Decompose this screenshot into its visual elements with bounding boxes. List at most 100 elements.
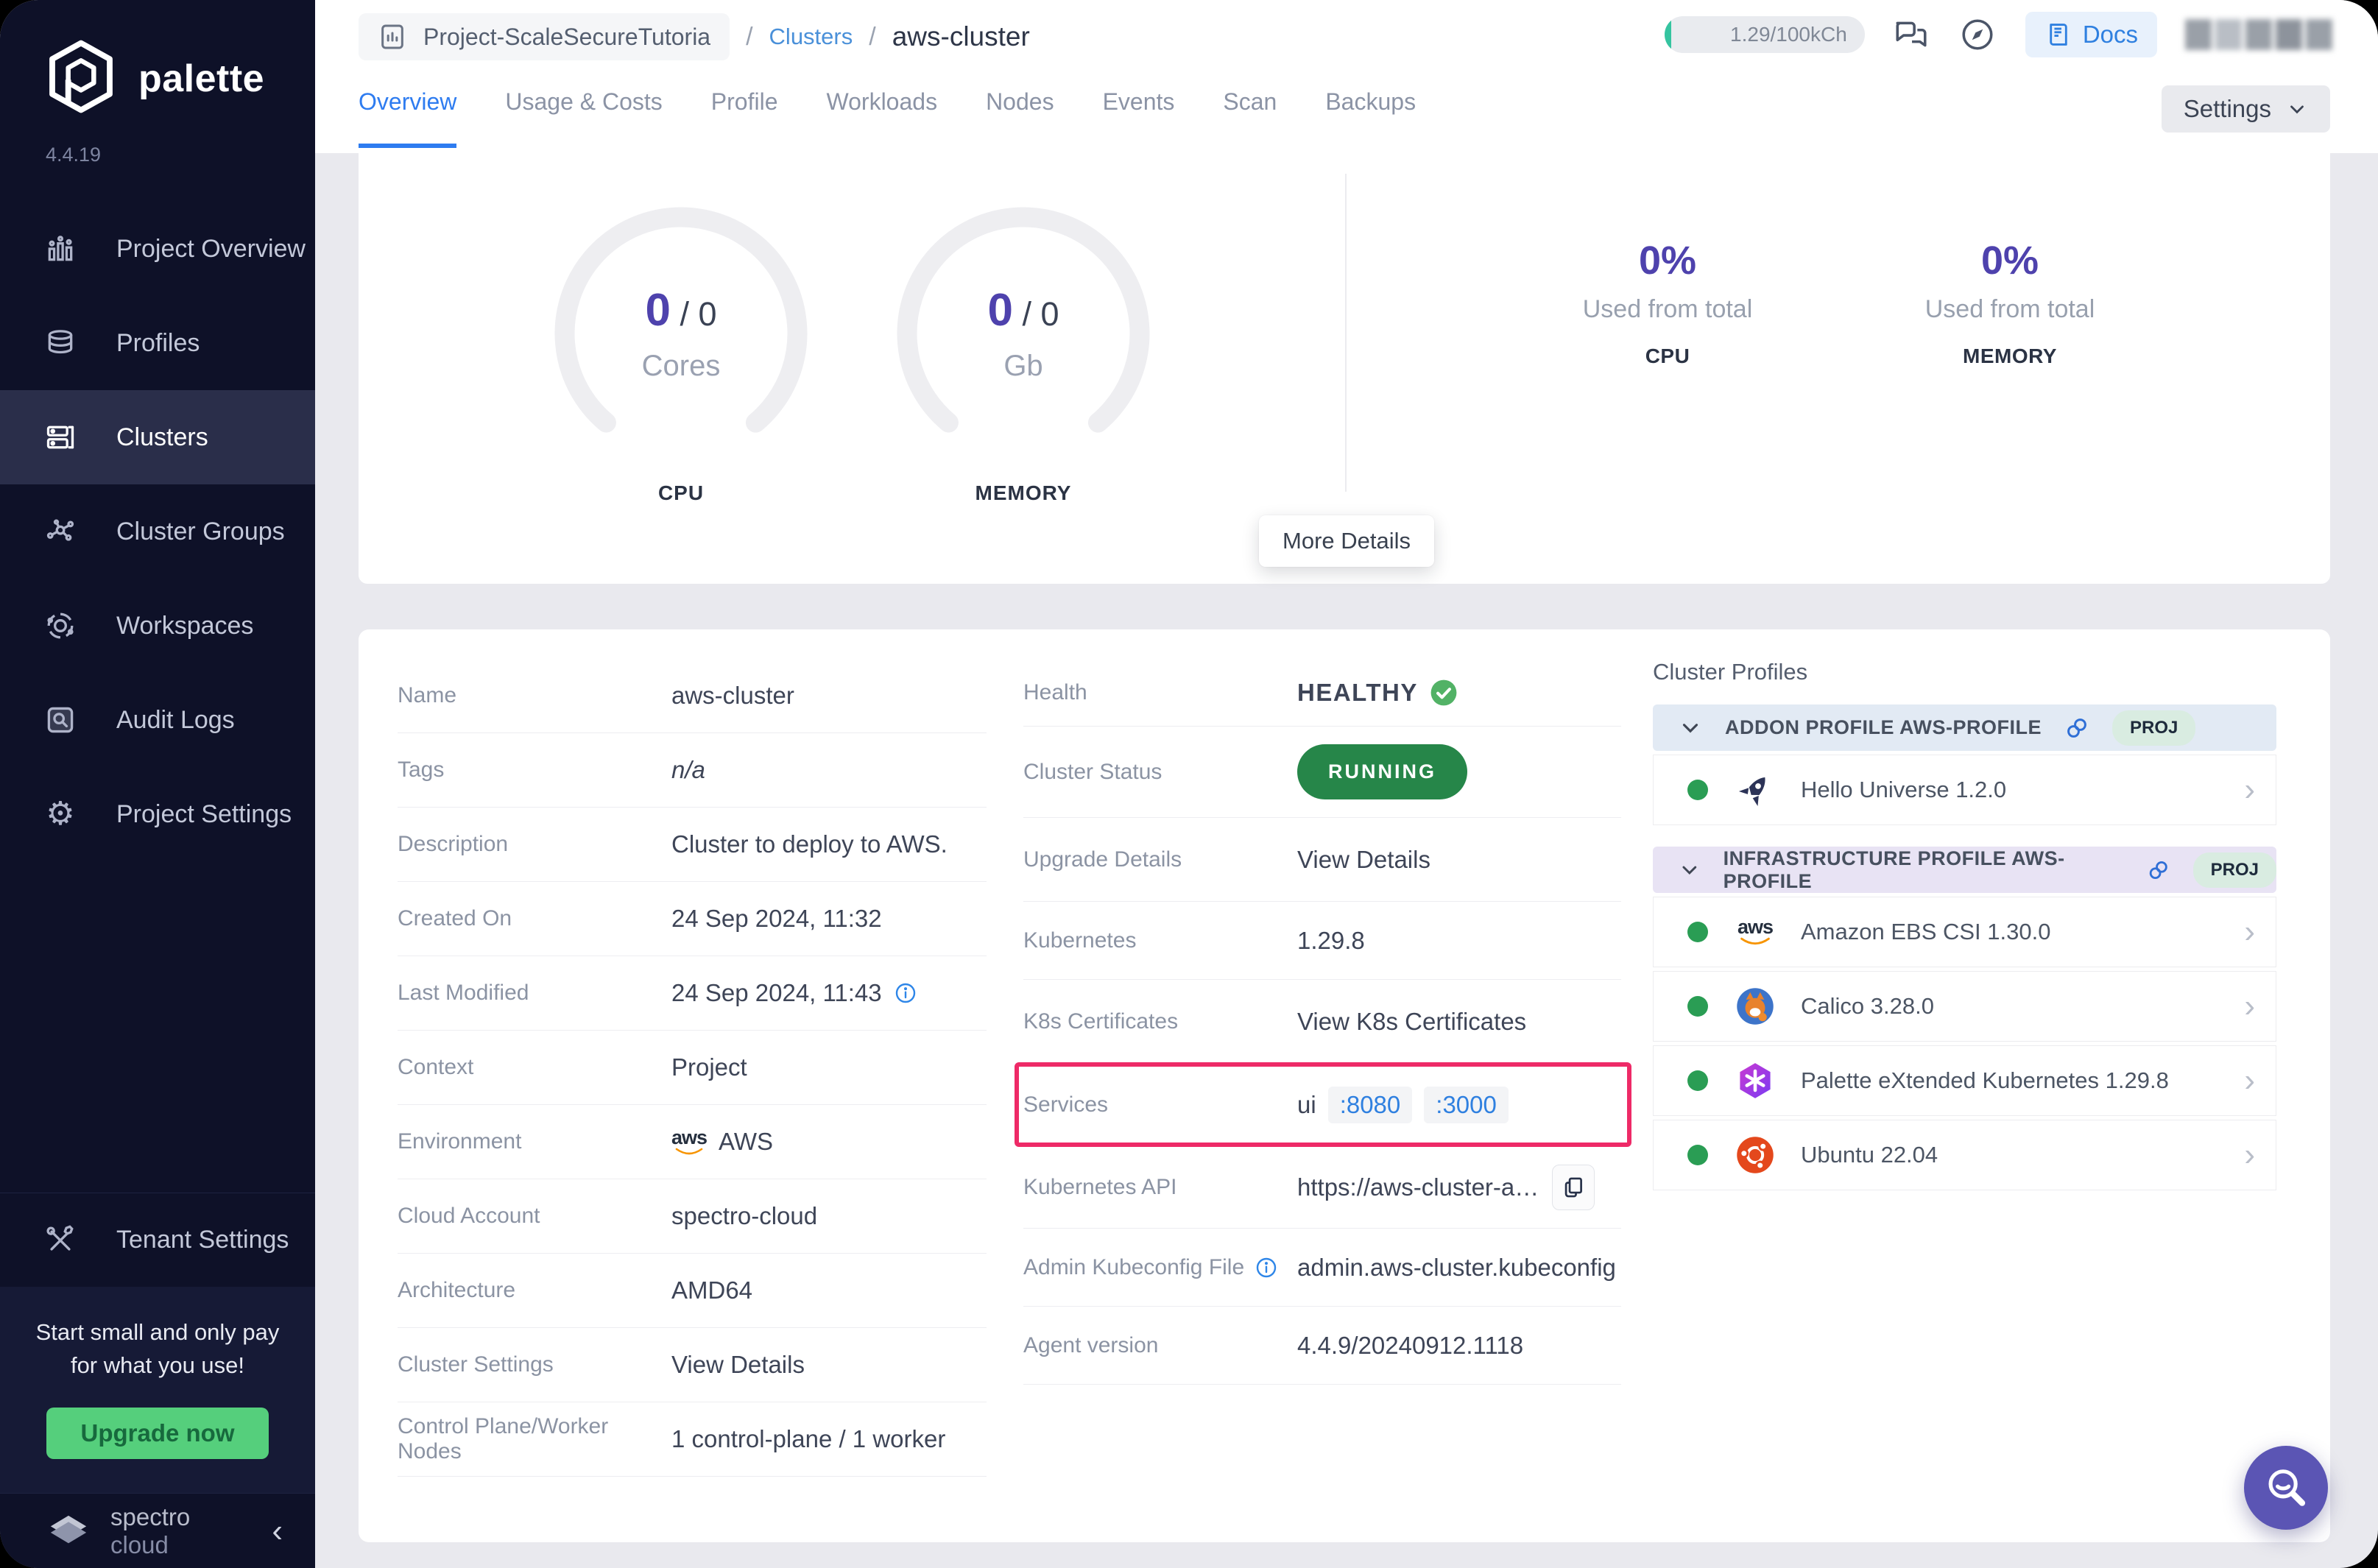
more-details-button[interactable]: More Details	[1259, 515, 1434, 567]
project-scope-selector[interactable]: Project-ScaleSecureTutoria	[359, 13, 730, 60]
sidebar-item-clusters[interactable]: Clusters	[0, 390, 315, 484]
sidebar-item-audit-logs[interactable]: Audit Logs	[0, 673, 315, 767]
bar-chart-icon	[43, 231, 78, 266]
cpu-gauge: 0 / 0 Cores CPU	[552, 205, 810, 505]
detail-row-architecture: Architecture AMD64	[398, 1254, 987, 1328]
view-k8s-certificates-link[interactable]: View K8s Certificates	[1297, 1008, 1526, 1036]
sidebar-item-project-overview[interactable]: Project Overview	[0, 202, 315, 296]
info-icon[interactable]	[1255, 1256, 1278, 1279]
sidebar-item-project-settings[interactable]: ⚙ Project Settings	[0, 767, 315, 861]
collapse-sidebar-icon[interactable]: ‹	[272, 1514, 283, 1547]
orbit-icon	[43, 608, 78, 643]
profile-layer-calico[interactable]: Calico 3.28.0 ›	[1653, 971, 2276, 1042]
link-icon	[2067, 718, 2086, 738]
detail-row-cloud-account: Cloud Account spectro-cloud	[398, 1179, 987, 1254]
network-icon	[43, 514, 78, 549]
tab-overview[interactable]: Overview	[359, 88, 457, 148]
sidebar: palette 4.4.19 Project Overview Profiles…	[0, 0, 315, 1568]
upgrade-view-details-link[interactable]: View Details	[1297, 846, 1430, 874]
help-search-fab[interactable]	[2244, 1446, 2328, 1530]
chevron-right-icon: ›	[2244, 988, 2255, 1024]
tab-events[interactable]: Events	[1103, 88, 1175, 148]
pxk-icon	[1735, 1060, 1776, 1101]
cpu-gauge-label: CPU	[657, 481, 705, 504]
top-right-actions: 1.29/100kCh Docs	[1664, 12, 2332, 57]
profile-layer-palette-extended-kubernetes[interactable]: Palette eXtended Kubernetes 1.29.8 ›	[1653, 1045, 2276, 1116]
copy-api-url-button[interactable]	[1552, 1164, 1595, 1210]
aws-logo-icon: aws	[671, 1127, 708, 1156]
service-port-3000-link[interactable]: :3000	[1424, 1086, 1509, 1123]
detail-row-kubernetes-api: Kubernetes API https://aws-cluster-apise…	[1023, 1146, 1621, 1229]
upgrade-now-button[interactable]: Upgrade now	[46, 1408, 269, 1459]
compass-tour-icon[interactable]	[1959, 15, 1997, 54]
breadcrumb-clusters-link[interactable]: Clusters	[769, 24, 853, 50]
docs-button[interactable]: Docs	[2025, 12, 2157, 57]
memory-gauge-unit: Gb	[1003, 350, 1043, 382]
detail-row-kubernetes: Kubernetes 1.29.8	[1023, 902, 1621, 980]
tab-usage-costs[interactable]: Usage & Costs	[505, 88, 662, 148]
sidebar-item-label: Clusters	[116, 423, 208, 451]
sidebar-item-label: Project Overview	[116, 234, 306, 263]
info-icon[interactable]	[894, 981, 917, 1005]
chevron-right-icon: ›	[2244, 914, 2255, 950]
profile-layer-hello-universe[interactable]: Hello Universe 1.2.0 ›	[1653, 755, 2276, 825]
upsell-line1: Start small and only pay	[35, 1319, 280, 1346]
sidebar-item-label: Workspaces	[116, 611, 254, 640]
addon-profile-section-header[interactable]: ADDON PROFILE AWS-PROFILE PROJ	[1653, 704, 2276, 751]
brand-logo: palette	[0, 0, 315, 119]
chevron-right-icon: ›	[2244, 771, 2255, 808]
link-icon	[2149, 861, 2167, 879]
app-screen: palette 4.4.19 Project Overview Profiles…	[0, 0, 2378, 1568]
memory-usage-percent: 0%	[1980, 239, 2039, 283]
detail-row-context: Context Project	[398, 1031, 987, 1105]
chevron-down-icon	[1682, 866, 1697, 875]
memory-usage-stat: 0% Used from total MEMORY	[1855, 238, 2164, 368]
detail-row-cluster-status: Cluster Status RUNNING	[1023, 727, 1621, 818]
sidebar-item-label: Tenant Settings	[116, 1226, 289, 1254]
cpu-gauge-value: 0 / 0	[645, 285, 717, 336]
project-chart-icon	[378, 22, 407, 52]
feedback-chat-icon[interactable]	[1893, 15, 1931, 54]
settings-dropdown-button[interactable]: Settings	[2161, 85, 2330, 133]
profile-layer-amazon-ebs-csi[interactable]: aws Amazon EBS CSI 1.30.0 ›	[1653, 897, 2276, 967]
cluster-settings-view-details-link[interactable]: View Details	[671, 1351, 805, 1379]
hello-universe-icon	[1735, 769, 1776, 811]
tab-profile[interactable]: Profile	[711, 88, 778, 148]
detail-row-agent-version: Agent version 4.4.9/20240912.1118	[1023, 1307, 1621, 1385]
health-status: HEALTHY	[1297, 679, 1458, 707]
ubuntu-icon	[1735, 1134, 1776, 1176]
tools-icon	[43, 1223, 78, 1258]
server-icon	[43, 420, 78, 455]
detail-row-created-on: Created On 24 Sep 2024, 11:32	[398, 882, 987, 956]
credits-value: 1.29/100kCh	[1730, 23, 1847, 46]
user-account-menu[interactable]	[2185, 19, 2332, 50]
sidebar-item-profiles[interactable]: Profiles	[0, 296, 315, 390]
credits-progress-bar	[1664, 16, 1671, 53]
tab-scan[interactable]: Scan	[1223, 88, 1277, 148]
credits-meter: 1.29/100kCh	[1664, 16, 1865, 53]
profile-layer-ubuntu[interactable]: Ubuntu 22.04 ›	[1653, 1120, 2276, 1190]
service-port-8080-link[interactable]: :8080	[1327, 1086, 1413, 1123]
magnifier-smile-icon	[2268, 1469, 2306, 1506]
breadcrumb: Project-ScaleSecureTutoria / Clusters / …	[359, 13, 1030, 60]
tab-nodes[interactable]: Nodes	[986, 88, 1054, 148]
detail-row-upgrade-details: Upgrade Details View Details	[1023, 818, 1621, 902]
sidebar-menu: Project Overview Profiles Clusters Clust…	[0, 202, 315, 861]
check-circle-icon	[1430, 679, 1457, 705]
settings-label: Settings	[2183, 95, 2271, 122]
memory-gauge-value: 0 / 0	[987, 285, 1059, 336]
detail-row-last-modified: Last Modified 24 Sep 2024, 11:43	[398, 956, 987, 1031]
detail-row-services: Services ui :8080 :3000	[1015, 1062, 1631, 1147]
detail-row-health: Health HEALTHY	[1023, 659, 1621, 727]
tab-workloads[interactable]: Workloads	[826, 88, 937, 148]
sidebar-item-cluster-groups[interactable]: Cluster Groups	[0, 484, 315, 579]
kubeconfig-download-link[interactable]: admin.aws-cluster.kubeconfig	[1297, 1254, 1616, 1282]
infrastructure-profile-section-header[interactable]: INFRASTRUCTURE PROFILE AWS-PROFILE PROJ	[1653, 847, 2276, 893]
tab-backups[interactable]: Backups	[1325, 88, 1416, 148]
sidebar-item-tenant-settings[interactable]: Tenant Settings	[0, 1193, 315, 1287]
chevron-down-icon	[1682, 723, 1698, 732]
sidebar-item-label: Profiles	[116, 328, 200, 357]
cpu-usage-label: CPU	[1645, 345, 1690, 367]
sidebar-item-workspaces[interactable]: Workspaces	[0, 579, 315, 673]
chevron-right-icon: ›	[2244, 1062, 2255, 1098]
